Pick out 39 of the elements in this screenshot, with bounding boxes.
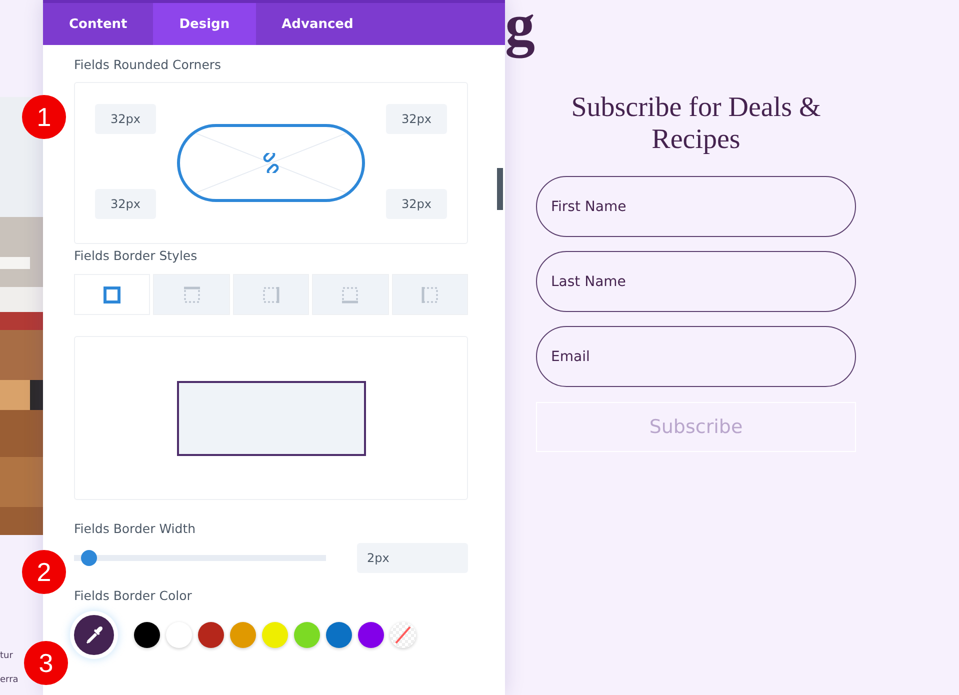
body-text: tur xyxy=(0,650,13,663)
scrollbar-thumb[interactable] xyxy=(497,168,503,210)
input-field[interactable]: First Name xyxy=(536,176,856,237)
corner-input[interactable]: 32px xyxy=(95,189,156,219)
color-swatch[interactable] xyxy=(262,622,288,648)
tab[interactable]: Content xyxy=(43,3,154,45)
border-side-icon xyxy=(262,286,280,304)
slider-thumb[interactable] xyxy=(81,550,98,566)
color-swatch[interactable] xyxy=(326,622,352,648)
section-label: Fields Border Color xyxy=(74,587,193,605)
eyedropper-icon xyxy=(84,625,104,645)
corner-input[interactable]: 32px xyxy=(386,189,447,219)
form-title: Subscribe for Deals & Recipes xyxy=(570,92,822,156)
tab[interactable]: Advanced xyxy=(256,3,380,45)
no-color-swatch[interactable] xyxy=(390,622,416,648)
color-swatch[interactable] xyxy=(198,622,224,648)
border-side-icon xyxy=(182,286,201,304)
color-swatch[interactable] xyxy=(134,622,160,648)
border-side-icon xyxy=(103,286,122,304)
border-side-icon xyxy=(341,286,360,304)
section-label: Fields Rounded Corners xyxy=(74,56,222,74)
body-text: erra xyxy=(0,674,18,687)
color-picker-button[interactable] xyxy=(74,615,114,655)
border-side-button[interactable] xyxy=(74,274,150,315)
section-label: Fields Border Styles xyxy=(74,247,198,265)
input-field[interactable]: Last Name xyxy=(536,251,856,312)
border-side-icon xyxy=(420,286,439,304)
color-swatch[interactable] xyxy=(358,622,384,648)
tab[interactable]: Design xyxy=(153,3,256,45)
section-label: Fields Border Width xyxy=(74,520,197,538)
corner-input[interactable]: 32px xyxy=(386,104,447,134)
corner-input[interactable]: 32px xyxy=(95,104,156,134)
link-icon[interactable] xyxy=(261,153,281,173)
color-swatch[interactable] xyxy=(294,622,320,648)
heading-text: g xyxy=(505,0,535,56)
width-input[interactable]: 2px xyxy=(357,543,468,573)
input-field[interactable]: Email xyxy=(536,326,856,387)
color-swatch[interactable] xyxy=(166,622,192,648)
color-swatch[interactable] xyxy=(230,622,256,648)
